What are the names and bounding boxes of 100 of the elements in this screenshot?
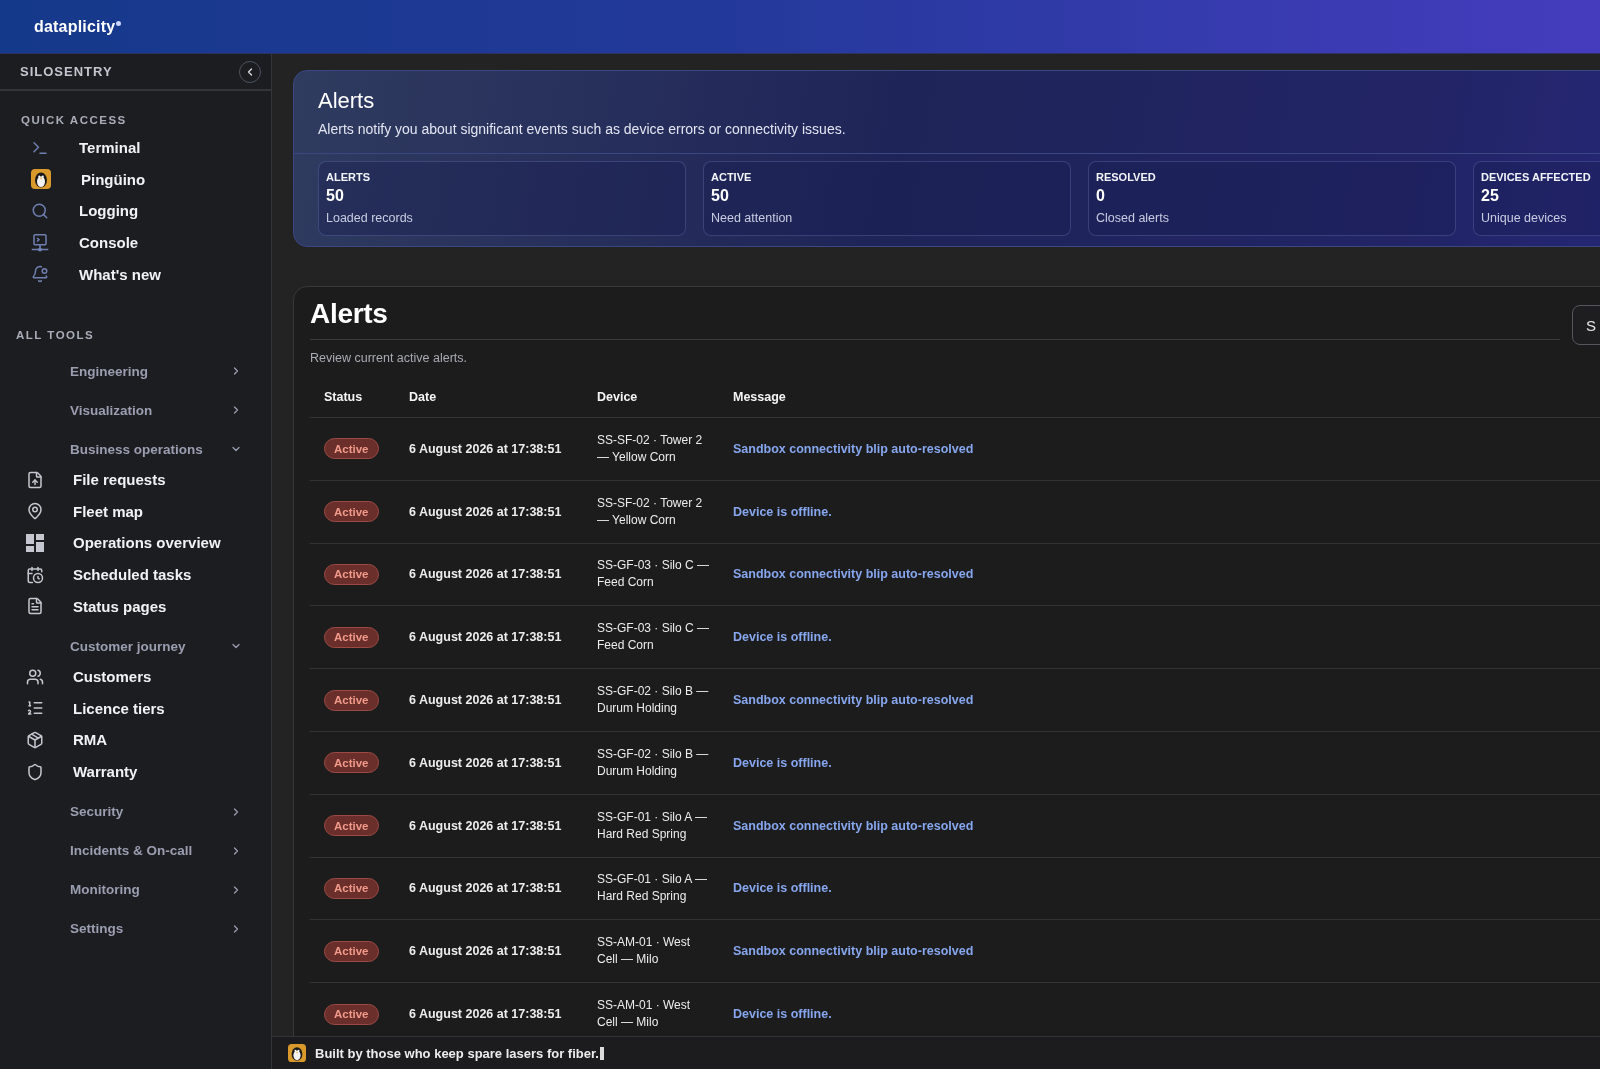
device-name: SS-AM-01 · West Cell — Milo <box>597 934 692 969</box>
device-name: SS-GF-03 · Silo C — Feed Corn <box>597 557 711 592</box>
quick-access-item[interactable]: Logging <box>31 195 139 227</box>
hero-title: Alerts <box>318 87 375 115</box>
quick-access-item[interactable]: Console <box>31 226 139 259</box>
stat-label: DEVICES AFFECTED <box>1481 170 1591 185</box>
tool-group-toggle[interactable]: Visualization <box>70 390 242 430</box>
alert-message-link[interactable]: Sandbox connectivity blip auto-resolved <box>733 441 974 456</box>
quick-access-item[interactable]: What's new <box>31 258 161 290</box>
tool-item[interactable]: Status pages <box>26 590 167 622</box>
quick-access-item[interactable]: Pingüino <box>31 163 146 196</box>
file-upload-icon <box>26 470 44 489</box>
alert-date: 6 August 2026 at 17:38:51 <box>409 1007 562 1022</box>
status-badge: Active <box>324 1003 379 1025</box>
tool-item[interactable]: Scheduled tasks <box>26 558 192 591</box>
calendar-clock-icon <box>26 565 44 584</box>
section-heading: QUICK ACCESS <box>21 113 127 127</box>
status-badge: Active <box>324 877 379 899</box>
penguin-icon <box>31 169 51 190</box>
tool-item[interactable]: Operations overview <box>26 527 221 559</box>
status-badge: Active <box>324 501 379 523</box>
status-badge: Active <box>324 564 379 585</box>
device-name: SS-GF-02 · Silo B — Durum Holding <box>597 683 710 718</box>
device-name: SS-GF-03 · Silo C — Feed Corn <box>597 620 711 655</box>
stat-value: 0 <box>1096 186 1105 206</box>
alert-message-link[interactable]: Sandbox connectivity blip auto-resolved <box>733 818 974 833</box>
tool-group-toggle[interactable]: Monitoring <box>70 870 242 910</box>
stat-value: 25 <box>1481 186 1499 206</box>
document-icon <box>26 597 44 616</box>
alert-date: 6 August 2026 at 17:38:51 <box>409 881 562 896</box>
stat-caption: Unique devices <box>1481 210 1567 227</box>
status-badge: Active <box>324 815 379 837</box>
dashboard-icon <box>26 533 44 552</box>
column-header: Device <box>597 389 638 404</box>
column-header: Status <box>324 389 363 404</box>
alert-message-link[interactable]: Device is offline. <box>733 755 832 770</box>
status-badge: Active <box>324 752 379 774</box>
alert-message-link[interactable]: Sandbox connectivity blip auto-resolved <box>733 567 974 582</box>
box-icon <box>26 730 44 749</box>
stat-label: ACTIVE <box>711 170 752 185</box>
tool-group-toggle[interactable]: Settings <box>70 909 242 949</box>
alert-message-link[interactable]: Sandbox connectivity blip auto-resolved <box>733 693 974 708</box>
people-icon <box>26 667 44 686</box>
alert-date: 6 August 2026 at 17:38:51 <box>409 818 562 833</box>
header-button[interactable]: S <box>1572 305 1600 345</box>
hero-description: Alerts notify you about significant events such as device errors or connectivity issues. <box>318 120 846 139</box>
quick-access-item[interactable]: Terminal <box>31 132 141 164</box>
column-header: Date <box>409 389 437 404</box>
numbered-list-icon <box>26 699 44 718</box>
alert-message-link[interactable]: Device is offline. <box>733 630 832 645</box>
stat-value: 50 <box>711 186 729 206</box>
bell-icon <box>31 265 49 284</box>
shield-icon <box>26 762 44 781</box>
alert-date: 6 August 2026 at 17:38:51 <box>409 944 562 959</box>
alert-date: 6 August 2026 at 17:38:51 <box>409 693 562 708</box>
alert-date: 6 August 2026 at 17:38:51 <box>409 504 562 519</box>
table-title: Alerts <box>310 297 388 331</box>
footer-tagline: Built by those who keep spare lasers for fiber. <box>315 1045 599 1061</box>
status-badge: Active <box>324 438 379 460</box>
tool-item[interactable]: Fleet map <box>26 495 144 528</box>
alert-date: 6 August 2026 at 17:38:51 <box>409 755 562 770</box>
alert-date: 6 August 2026 at 17:38:51 <box>409 567 562 582</box>
device-name: SS-SF-02 · Tower 2 — Yellow Corn <box>597 494 704 529</box>
status-badge: Active <box>324 940 379 962</box>
tool-group-toggle[interactable]: Engineering <box>70 351 242 391</box>
tool-item[interactable]: Warranty <box>26 755 138 788</box>
map-pin-icon <box>26 502 44 521</box>
device-name: SS-GF-01 · Silo A — Hard Red Spring <box>597 871 709 906</box>
alert-message-link[interactable]: Device is offline. <box>733 1007 832 1022</box>
tool-item[interactable]: RMA <box>26 724 108 756</box>
alert-date: 6 August 2026 at 17:38:51 <box>409 441 562 456</box>
search-icon <box>31 202 49 220</box>
stat-label: ALERTS <box>326 170 370 185</box>
workspace-name: SILOSENTRY <box>20 64 113 79</box>
device-name: SS-SF-02 · Tower 2 — Yellow Corn <box>597 431 704 466</box>
monitor-icon <box>31 233 49 252</box>
status-badge: Active <box>324 626 379 648</box>
penguin-icon <box>288 1044 306 1062</box>
tool-group-toggle[interactable]: Security <box>70 792 242 832</box>
column-header: Message <box>733 389 786 404</box>
alert-message-link[interactable]: Device is offline. <box>733 881 832 896</box>
stat-value: 50 <box>326 186 344 206</box>
text-cursor-icon <box>599 1046 604 1060</box>
logo-dot-icon <box>116 20 122 26</box>
status-badge: Active <box>324 689 379 711</box>
section-heading: ALL TOOLS <box>16 327 95 342</box>
stat-caption: Loaded records <box>326 210 413 227</box>
brand-logo[interactable]: dataplicity <box>34 17 122 36</box>
table-description: Review current active alerts. <box>310 350 467 367</box>
device-name: SS-GF-02 · Silo B — Durum Holding <box>597 745 710 780</box>
tool-item[interactable]: Licence tiers <box>26 692 165 725</box>
alert-message-link[interactable]: Device is offline. <box>733 504 832 519</box>
stat-caption: Need attention <box>711 210 793 227</box>
alert-message-link[interactable]: Sandbox connectivity blip auto-resolved <box>733 944 974 959</box>
stat-caption: Closed alerts <box>1096 210 1169 227</box>
device-name: SS-AM-01 · West Cell — Milo <box>597 997 692 1032</box>
alert-date: 6 August 2026 at 17:38:51 <box>409 630 562 645</box>
stat-label: RESOLVED <box>1096 170 1156 185</box>
device-name: SS-GF-01 · Silo A — Hard Red Spring <box>597 808 709 843</box>
tool-group-toggle[interactable]: Incidents & On-call <box>70 831 242 871</box>
